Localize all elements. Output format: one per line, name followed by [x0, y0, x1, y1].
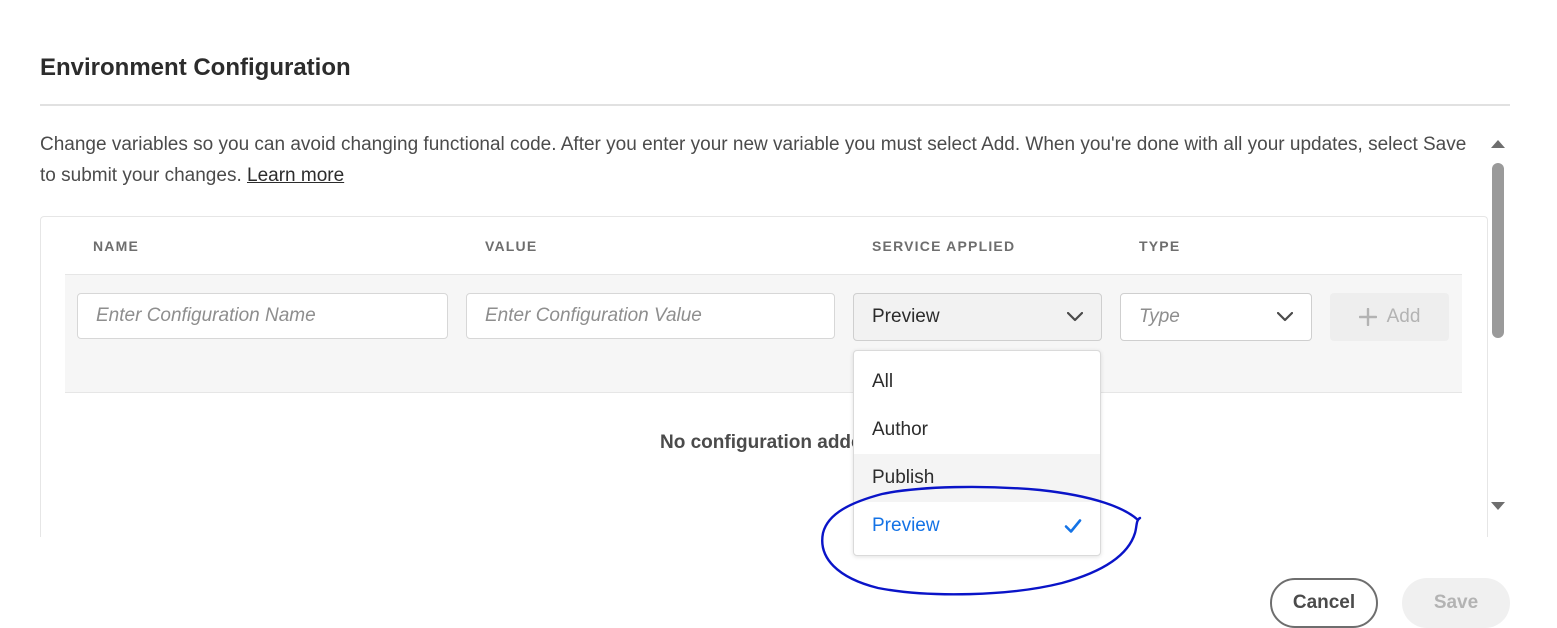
service-applied-select[interactable]: Preview — [853, 293, 1102, 341]
column-header-value: VALUE — [485, 238, 538, 254]
chevron-down-icon — [1277, 312, 1293, 322]
scrollbar-thumb[interactable] — [1492, 163, 1504, 338]
column-header-type: TYPE — [1139, 238, 1181, 254]
config-name-input[interactable] — [77, 293, 448, 339]
scroll-down-arrow[interactable] — [1491, 502, 1505, 510]
add-config-button[interactable]: Add — [1330, 293, 1449, 341]
type-select[interactable]: Type — [1120, 293, 1312, 341]
title-divider — [40, 104, 1510, 106]
plus-icon — [1358, 308, 1377, 326]
service-selected-value: Preview — [872, 306, 940, 327]
chevron-down-icon — [1067, 312, 1083, 322]
dialog-title: Environment Configuration — [40, 54, 351, 81]
option-label: All — [872, 371, 894, 392]
cancel-button[interactable]: Cancel — [1270, 578, 1378, 628]
add-label: Add — [1386, 306, 1421, 327]
dropdown-option-author[interactable]: Author — [854, 406, 1100, 454]
scroll-up-arrow[interactable] — [1491, 140, 1505, 148]
option-label: Author — [872, 419, 928, 440]
empty-state-message: No configuration adde — [660, 432, 862, 453]
dialog-description: Change variables so you can avoid changi… — [40, 129, 1480, 191]
type-placeholder: Type — [1139, 306, 1180, 327]
dropdown-option-all[interactable]: All — [854, 358, 1100, 406]
save-button[interactable]: Save — [1402, 578, 1510, 628]
learn-more-link[interactable]: Learn more — [247, 165, 344, 186]
column-header-name: NAME — [93, 238, 140, 254]
config-value-input[interactable] — [466, 293, 835, 339]
column-header-service: SERVICE APPLIED — [872, 238, 1016, 254]
annotation-circle — [821, 485, 1142, 596]
